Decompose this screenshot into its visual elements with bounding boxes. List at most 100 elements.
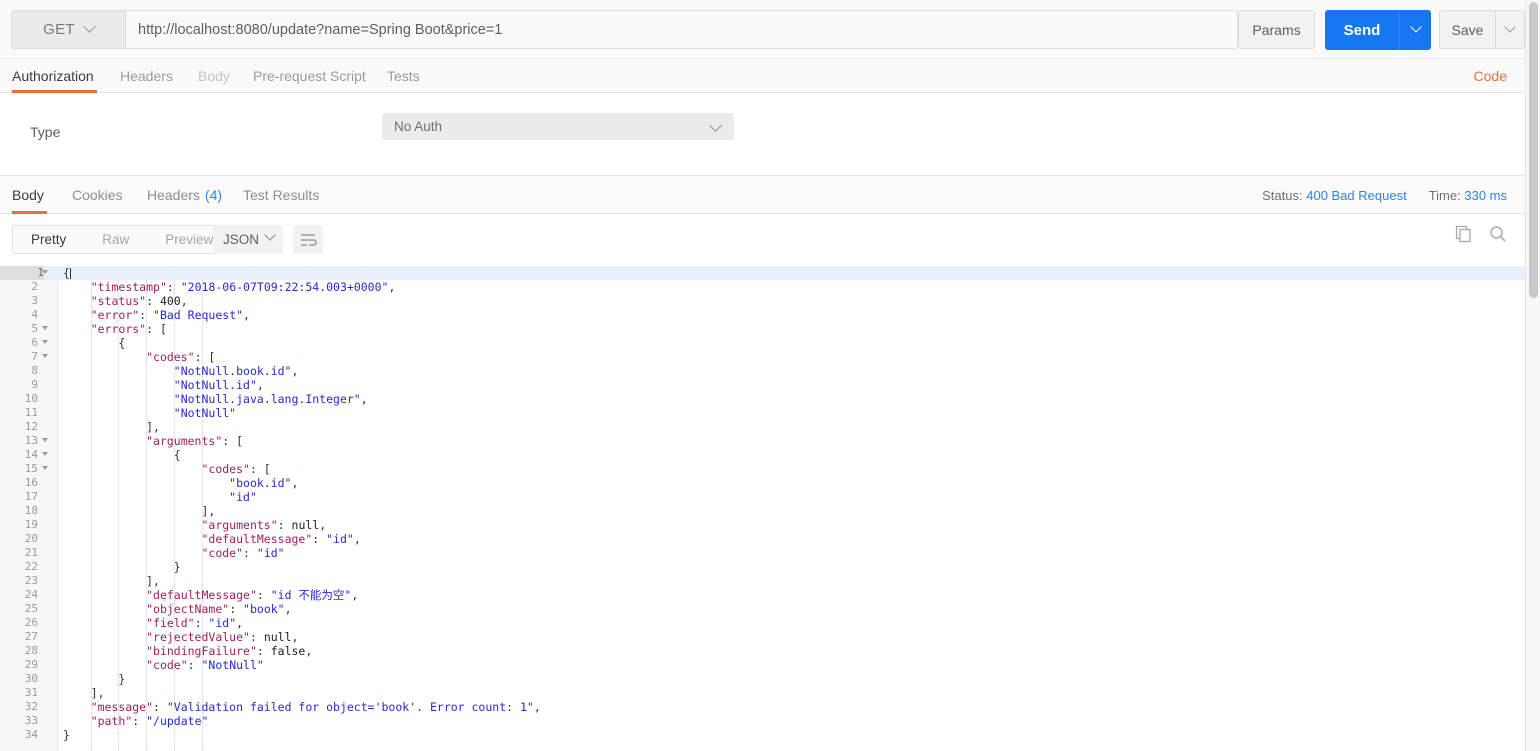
code-line[interactable]: 21 "code": "id" — [58, 546, 1525, 560]
token-p: , — [354, 532, 361, 546]
code-line[interactable]: 8 "NotNull.book.id", — [58, 364, 1525, 378]
fold-toggle-icon[interactable] — [42, 466, 48, 470]
token-k: "field" — [146, 616, 194, 630]
code-line[interactable]: 15 "codes": [ — [58, 462, 1525, 476]
line-number: 4 — [0, 308, 38, 322]
fold-toggle-icon[interactable] — [42, 270, 48, 274]
save-options-button[interactable] — [1495, 10, 1525, 49]
line-number: 27 — [0, 630, 38, 644]
code-line[interactable]: 16 "book.id", — [58, 476, 1525, 490]
token-s: "id 不能为空" — [271, 588, 352, 602]
code-link[interactable]: Code — [1474, 59, 1507, 93]
code-line[interactable]: 33 "path": "/update" — [58, 714, 1525, 728]
view-mode-group: Pretty Raw Preview — [12, 225, 232, 254]
fold-toggle-icon[interactable] — [42, 452, 48, 456]
code-line[interactable]: 13 "arguments": [ — [58, 434, 1525, 448]
response-tab-body[interactable]: Body — [12, 176, 47, 214]
token-p: , — [257, 378, 264, 392]
code-line[interactable]: 3 "status": 400, — [58, 294, 1525, 308]
code-line-text: "bindingFailure": false, — [58, 644, 1525, 658]
code-line[interactable]: 29 "code": "NotNull" — [58, 658, 1525, 672]
status-value[interactable]: 400 Bad Request — [1306, 188, 1406, 203]
line-number: 18 — [0, 504, 38, 518]
code-line[interactable]: 31 ], — [58, 686, 1525, 700]
code-line[interactable]: 4 "error": "Bad Request", — [58, 308, 1525, 322]
code-line[interactable]: 34} — [58, 728, 1525, 742]
code-line[interactable]: 9 "NotNull.id", — [58, 378, 1525, 392]
http-method-dropdown[interactable]: GET — [11, 10, 125, 49]
code-line[interactable]: 6 { — [58, 336, 1525, 350]
tab-body[interactable]: Body — [198, 59, 230, 93]
code-content[interactable]: 1{2 "timestamp": "2018-06-07T09:22:54.00… — [58, 266, 1525, 751]
code-line[interactable]: 7 "codes": [ — [58, 350, 1525, 364]
fold-toggle-icon[interactable] — [42, 354, 48, 358]
code-line[interactable]: 28 "bindingFailure": false, — [58, 644, 1525, 658]
code-line[interactable]: 11 "NotNull" — [58, 406, 1525, 420]
code-line[interactable]: 26 "field": "id", — [58, 616, 1525, 630]
code-line[interactable]: 27 "rejectedValue": null, — [58, 630, 1525, 644]
code-line[interactable]: 1{ — [58, 266, 1525, 280]
code-line[interactable]: 2 "timestamp": "2018-06-07T09:22:54.003+… — [58, 280, 1525, 294]
tab-tests[interactable]: Tests — [387, 59, 420, 93]
code-line[interactable]: 17 "id" — [58, 490, 1525, 504]
line-number: 9 — [0, 378, 38, 392]
url-input[interactable]: http://localhost:8080/update?name=Spring… — [125, 10, 1238, 49]
token-p: : — [278, 518, 292, 532]
code-line[interactable]: 19 "arguments": null, — [58, 518, 1525, 532]
copy-button[interactable] — [1455, 225, 1473, 243]
token-n: false — [271, 644, 306, 658]
view-mode-pretty[interactable]: Pretty — [13, 226, 84, 253]
response-tab-cookies[interactable]: Cookies — [72, 176, 123, 214]
token-p: , — [236, 616, 243, 630]
code-line[interactable]: 14 { — [58, 448, 1525, 462]
format-select[interactable]: JSON — [213, 225, 283, 254]
tab-pre-request-script[interactable]: Pre-request Script — [253, 59, 366, 93]
search-button[interactable] — [1489, 225, 1507, 243]
copy-icon — [1455, 225, 1473, 243]
token-p: ], — [146, 420, 160, 434]
code-line[interactable]: 20 "defaultMessage": "id", — [58, 532, 1525, 546]
code-line-text: "errors": [ — [58, 322, 1525, 336]
line-number: 16 — [0, 476, 38, 490]
params-button[interactable]: Params — [1238, 10, 1315, 49]
line-number: 7 — [0, 350, 38, 364]
code-line[interactable]: 5 "errors": [ — [58, 322, 1525, 336]
code-line[interactable]: 18 ], — [58, 504, 1525, 518]
response-tab-headers[interactable]: Headers (4) — [147, 176, 222, 214]
code-line[interactable]: 12 ], — [58, 420, 1525, 434]
scrollbar-thumb[interactable] — [1529, 2, 1538, 298]
response-tab-test-results[interactable]: Test Results — [243, 176, 319, 214]
token-s: "id" — [229, 490, 257, 504]
token-p: { — [63, 266, 70, 280]
code-line[interactable]: 10 "NotNull.java.lang.Integer", — [58, 392, 1525, 406]
line-number: 1 — [0, 266, 44, 280]
view-mode-raw[interactable]: Raw — [84, 226, 147, 253]
send-options-button[interactable] — [1399, 10, 1431, 50]
tab-authorization[interactable]: Authorization — [12, 59, 97, 93]
code-line[interactable]: 25 "objectName": "book", — [58, 602, 1525, 616]
code-line[interactable]: 30 } — [58, 672, 1525, 686]
line-number: 28 — [0, 644, 38, 658]
code-line-text: "message": "Validation failed for object… — [58, 700, 1525, 714]
send-button[interactable]: Send — [1325, 10, 1399, 50]
fold-toggle-icon[interactable] — [42, 326, 48, 330]
window-scrollbar[interactable] — [1525, 0, 1540, 751]
code-line[interactable]: 32 "message": "Validation failed for obj… — [58, 700, 1525, 714]
response-body-editor[interactable]: 1{2 "timestamp": "2018-06-07T09:22:54.00… — [0, 266, 1525, 751]
code-line-text: { — [58, 266, 1525, 280]
fold-toggle-icon[interactable] — [42, 438, 48, 442]
code-line[interactable]: 22 } — [58, 560, 1525, 574]
token-s: "Validation failed for object='book'. Er… — [167, 700, 534, 714]
code-line[interactable]: 23 ], — [58, 574, 1525, 588]
token-p: { — [118, 336, 125, 350]
word-wrap-toggle[interactable] — [293, 225, 323, 254]
save-button[interactable]: Save — [1439, 10, 1495, 49]
tab-headers[interactable]: Headers — [120, 59, 173, 93]
code-line[interactable]: 24 "defaultMessage": "id 不能为空", — [58, 588, 1525, 602]
auth-type-select[interactable]: No Auth — [382, 113, 734, 140]
token-s: "/update" — [146, 714, 208, 728]
token-k: "defaultMessage" — [201, 532, 312, 546]
search-icon — [1489, 225, 1507, 243]
fold-toggle-icon[interactable] — [42, 340, 48, 344]
code-line-text: ], — [58, 504, 1525, 518]
